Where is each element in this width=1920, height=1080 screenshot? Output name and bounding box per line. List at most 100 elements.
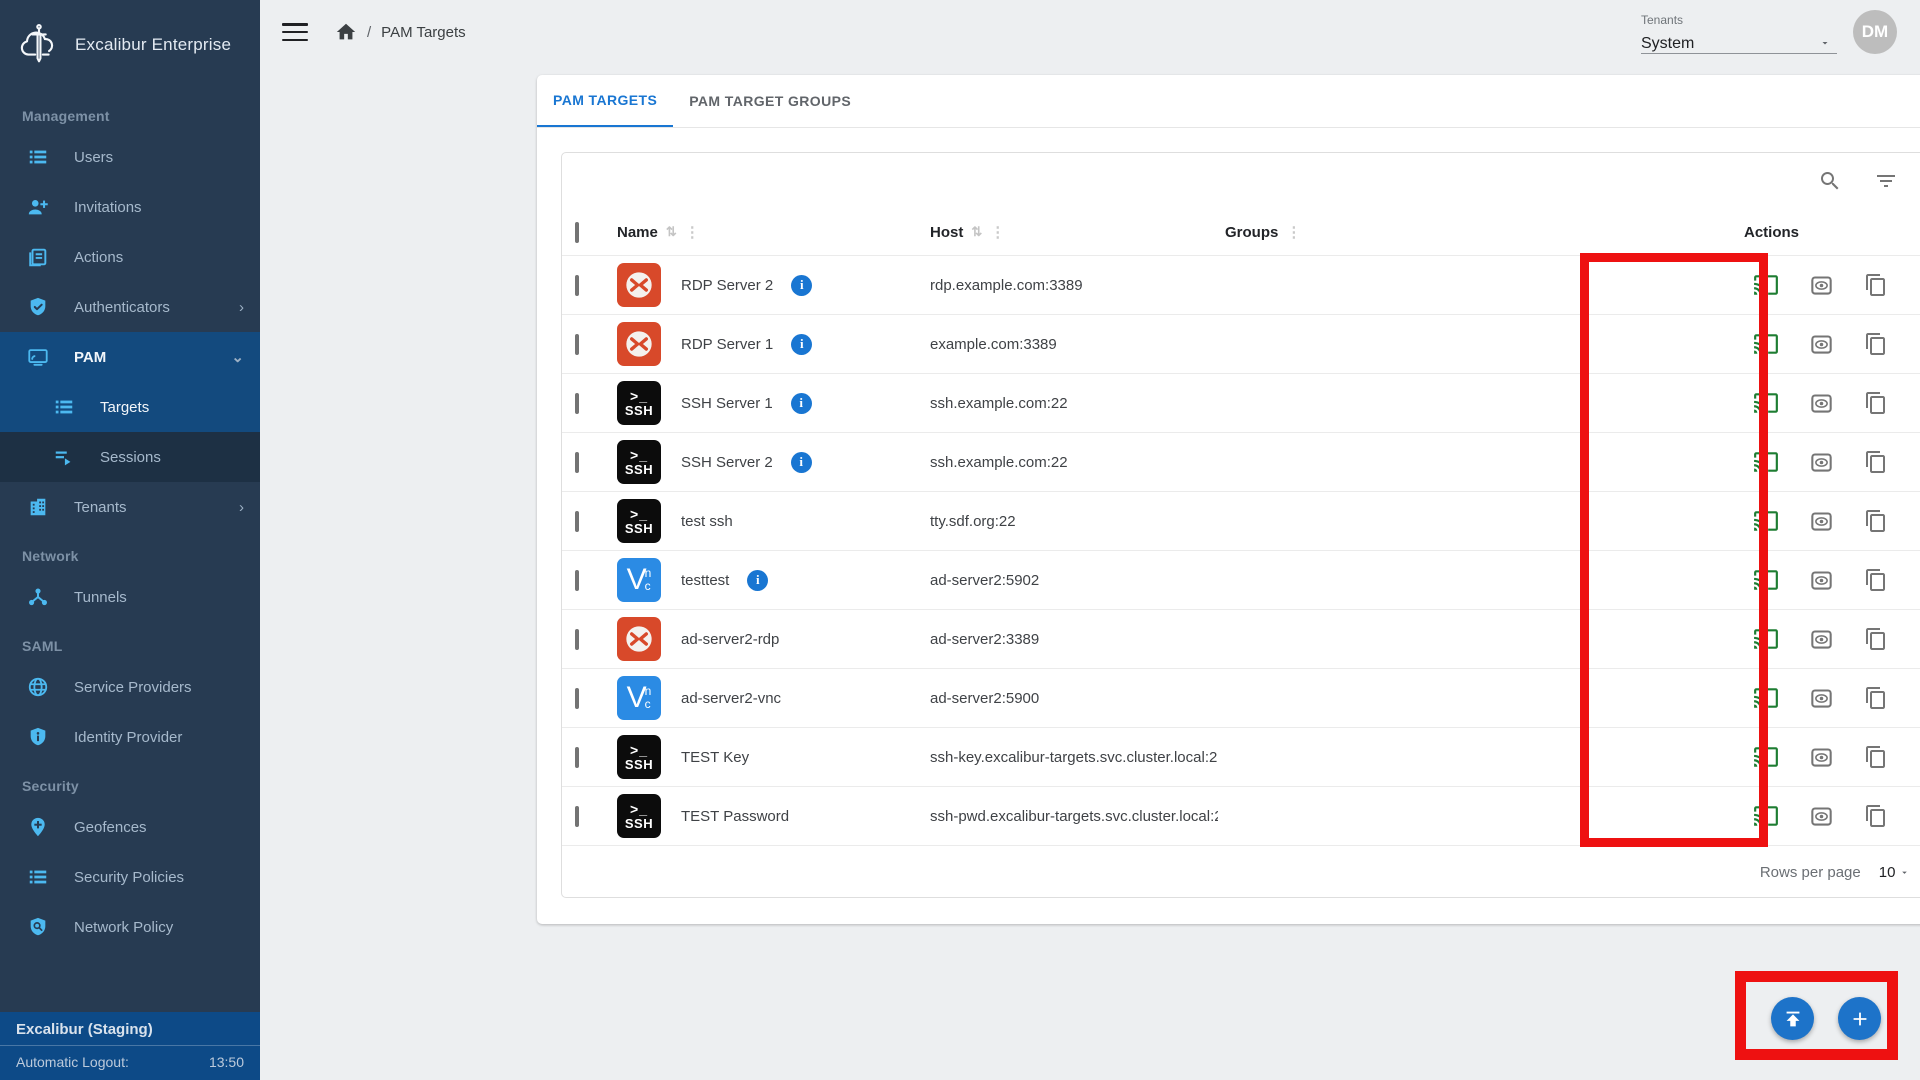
col-header-name[interactable]: Name <box>617 224 658 241</box>
hamburger-menu-icon[interactable] <box>282 23 308 41</box>
preview-eye-button[interactable] <box>1804 268 1838 302</box>
target-host: rdp.example.com:3389 <box>930 277 1218 294</box>
table-row: RDP Server 1 i example.com:3389 <box>562 314 1920 373</box>
import-upload-fab[interactable] <box>1771 997 1814 1040</box>
copy-button[interactable] <box>1859 563 1893 597</box>
select-all-checkbox[interactable] <box>575 222 579 243</box>
col-header-groups[interactable]: Groups <box>1225 224 1278 241</box>
sort-icon[interactable]: ⇅ <box>971 224 982 240</box>
copy-button[interactable] <box>1859 504 1893 538</box>
breadcrumb: / PAM Targets <box>335 21 466 43</box>
copy-button[interactable] <box>1859 622 1893 656</box>
sidebar-item-pam[interactable]: PAM ⌄ <box>0 332 260 382</box>
preview-eye-button[interactable] <box>1804 327 1838 361</box>
target-host: ssh.example.com:22 <box>930 454 1218 471</box>
search-icon[interactable] <box>1814 165 1846 197</box>
preview-eye-button[interactable] <box>1804 386 1838 420</box>
edit-pencil-button[interactable] <box>1914 799 1920 833</box>
sidebar-item-invitations[interactable]: Invitations <box>0 182 260 232</box>
target-host: example.com:3389 <box>930 336 1218 353</box>
target-name: testtest <box>681 572 729 589</box>
connect-cast-button[interactable] <box>1749 386 1783 420</box>
sidebar-item-users[interactable]: Users <box>0 132 260 182</box>
row-checkbox[interactable] <box>575 747 579 768</box>
connect-cast-button[interactable] <box>1749 563 1783 597</box>
copy-button[interactable] <box>1859 799 1893 833</box>
sort-icon[interactable]: ⇅ <box>666 224 677 240</box>
edit-pencil-button[interactable] <box>1914 268 1920 302</box>
edit-pencil-button[interactable] <box>1914 445 1920 479</box>
copy-button[interactable] <box>1859 268 1893 302</box>
row-checkbox[interactable] <box>575 806 579 827</box>
preview-eye-button[interactable] <box>1804 445 1838 479</box>
info-icon[interactable]: i <box>791 452 812 473</box>
sidebar-item-authenticators[interactable]: Authenticators › <box>0 282 260 332</box>
sidebar-item-geofences[interactable]: Geofences <box>0 802 260 852</box>
preview-eye-button[interactable] <box>1804 622 1838 656</box>
column-menu-icon[interactable]: ⋮ <box>685 223 700 241</box>
sidebar-item-identity-provider[interactable]: Identity Provider <box>0 712 260 762</box>
column-menu-icon[interactable]: ⋮ <box>1286 223 1301 241</box>
edit-pencil-button[interactable] <box>1914 622 1920 656</box>
sidebar-item-sessions[interactable]: Sessions <box>0 432 260 482</box>
preview-eye-button[interactable] <box>1804 740 1838 774</box>
row-checkbox[interactable] <box>575 334 579 355</box>
connect-cast-button[interactable] <box>1749 445 1783 479</box>
table-toolbar <box>562 153 1920 209</box>
connect-cast-button[interactable] <box>1749 504 1783 538</box>
sidebar-item-tunnels[interactable]: Tunnels <box>0 572 260 622</box>
list-icon <box>26 145 50 169</box>
tab-pam-targets[interactable]: PAM TARGETS <box>537 75 673 127</box>
sidebar-item-security-policies[interactable]: Security Policies <box>0 852 260 902</box>
row-checkbox[interactable] <box>575 629 579 650</box>
connect-cast-button[interactable] <box>1749 622 1783 656</box>
connect-cast-button[interactable] <box>1749 740 1783 774</box>
info-icon[interactable]: i <box>791 334 812 355</box>
add-target-fab[interactable] <box>1838 997 1881 1040</box>
edit-pencil-button[interactable] <box>1914 681 1920 715</box>
edit-pencil-button[interactable] <box>1914 504 1920 538</box>
connect-cast-button[interactable] <box>1749 799 1783 833</box>
preview-eye-button[interactable] <box>1804 799 1838 833</box>
sidebar-item-actions[interactable]: Actions <box>0 232 260 282</box>
sidebar-item-service-providers[interactable]: Service Providers <box>0 662 260 712</box>
rows-per-page-select[interactable]: 10 <box>1879 864 1911 881</box>
info-icon[interactable]: i <box>791 275 812 296</box>
info-icon[interactable]: i <box>791 393 812 414</box>
connect-cast-button[interactable] <box>1749 681 1783 715</box>
info-icon[interactable]: i <box>747 570 768 591</box>
row-checkbox[interactable] <box>575 688 579 709</box>
edit-pencil-button[interactable] <box>1914 327 1920 361</box>
sidebar-item-targets[interactable]: Targets <box>0 382 260 432</box>
tenants-select[interactable]: Tenants System <box>1641 7 1837 57</box>
row-checkbox[interactable] <box>575 275 579 296</box>
copy-button[interactable] <box>1859 681 1893 715</box>
copy-button[interactable] <box>1859 327 1893 361</box>
preview-eye-button[interactable] <box>1804 563 1838 597</box>
edit-pencil-button[interactable] <box>1914 740 1920 774</box>
preview-eye-button[interactable] <box>1804 504 1838 538</box>
copy-button[interactable] <box>1859 386 1893 420</box>
edit-pencil-button[interactable] <box>1914 563 1920 597</box>
avatar[interactable]: DM <box>1853 10 1897 54</box>
connect-cast-button[interactable] <box>1749 327 1783 361</box>
col-header-host[interactable]: Host <box>930 224 963 241</box>
row-checkbox[interactable] <box>575 570 579 591</box>
row-checkbox[interactable] <box>575 393 579 414</box>
row-checkbox[interactable] <box>575 511 579 532</box>
column-menu-icon[interactable]: ⋮ <box>990 223 1005 241</box>
tab-pam-target-groups[interactable]: PAM TARGET GROUPS <box>673 75 867 127</box>
row-checkbox[interactable] <box>575 452 579 473</box>
copy-button[interactable] <box>1859 740 1893 774</box>
home-icon[interactable] <box>335 21 357 43</box>
sidebar-item-network-policy[interactable]: Network Policy <box>0 902 260 952</box>
table-row: >_ SSH test ssh i tty.sdf.org:22 <box>562 491 1920 550</box>
sidebar-item-tenants[interactable]: Tenants › <box>0 482 260 532</box>
ssh-protocol-icon: >_ SSH <box>617 381 661 425</box>
edit-pencil-button[interactable] <box>1914 386 1920 420</box>
col-header-actions: Actions <box>1744 224 1799 241</box>
connect-cast-button[interactable] <box>1749 268 1783 302</box>
filter-icon[interactable] <box>1870 165 1902 197</box>
copy-button[interactable] <box>1859 445 1893 479</box>
preview-eye-button[interactable] <box>1804 681 1838 715</box>
